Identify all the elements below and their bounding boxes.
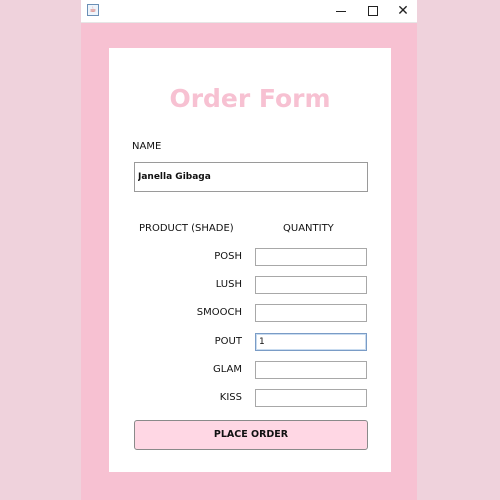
java-cup-icon: ☕	[87, 4, 99, 16]
app-window: ☕ ✕ Order Form NAME PRODUCT (SHADE) QUAN…	[81, 0, 417, 500]
form-title: Order Form	[169, 84, 331, 113]
product-label-kiss: KISS	[219, 392, 242, 403]
close-icon: ✕	[397, 3, 409, 19]
product-header: PRODUCT (SHADE)	[139, 223, 234, 234]
maximize-icon	[368, 6, 378, 16]
quantity-input-glam[interactable]	[255, 361, 367, 379]
product-label-smooch: SMOOCH	[196, 307, 242, 318]
name-label: NAME	[132, 141, 162, 152]
close-button[interactable]: ✕	[388, 0, 418, 22]
quantity-input-kiss[interactable]	[255, 389, 367, 407]
quantity-header: QUANTITY	[283, 223, 334, 234]
minimize-button[interactable]	[326, 0, 356, 22]
title-bar[interactable]: ☕ ✕	[81, 0, 417, 23]
quantity-input-lush[interactable]	[255, 276, 367, 294]
order-form-panel: Order Form NAME PRODUCT (SHADE) QUANTITY…	[109, 48, 391, 472]
quantity-input-posh[interactable]	[255, 248, 367, 266]
place-order-button[interactable]: PLACE ORDER	[134, 420, 368, 450]
product-label-lush: LUSH	[215, 279, 242, 290]
quantity-input-smooch[interactable]	[255, 304, 367, 322]
product-label-pout: POUT	[214, 336, 242, 347]
quantity-input-pout[interactable]	[255, 333, 367, 351]
maximize-button[interactable]	[358, 0, 388, 22]
minimize-icon	[336, 10, 346, 12]
product-label-posh: POSH	[214, 251, 242, 262]
name-input[interactable]	[134, 162, 368, 192]
product-label-glam: GLAM	[212, 364, 242, 375]
